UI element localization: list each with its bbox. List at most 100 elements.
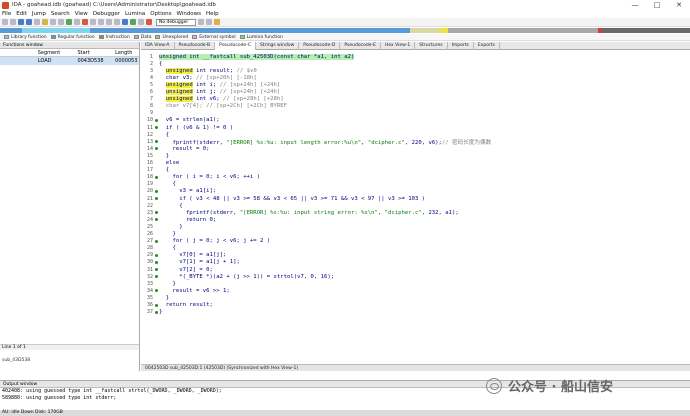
code-line[interactable]: 1 unsigned int __fastcall sub_42503D(cons… bbox=[141, 53, 355, 60]
code-line[interactable]: 34 result = v6 >> 1; bbox=[141, 287, 230, 294]
code-line[interactable]: 26 } bbox=[141, 231, 176, 238]
tab-hex-view-1[interactable]: Hex View-1 bbox=[381, 42, 416, 50]
code-line[interactable]: 15 } bbox=[141, 152, 169, 159]
column-start[interactable]: Start bbox=[77, 50, 115, 56]
code-line[interactable]: 4 char v3; // [sp+20h] [-18h] bbox=[141, 74, 257, 81]
breakpoint-dot-icon[interactable] bbox=[154, 239, 158, 243]
jump-icon[interactable] bbox=[34, 19, 40, 25]
code-line[interactable]: 16 else bbox=[141, 160, 179, 167]
tab-pseudocode-c[interactable]: Pseudocode-C bbox=[215, 42, 256, 50]
tab-strings-window[interactable]: Strings window bbox=[256, 42, 300, 50]
code-line[interactable]: 33 } bbox=[141, 280, 176, 287]
menu-edit[interactable]: Edit bbox=[16, 11, 27, 17]
code-line[interactable]: 11 if ( (v6 & 1) != 0 ) bbox=[141, 124, 233, 131]
tab-pseudocode-d[interactable]: Pseudocode-D bbox=[299, 42, 341, 50]
data-icon[interactable] bbox=[74, 19, 80, 25]
code-line[interactable]: 37} bbox=[141, 309, 162, 316]
menu-jump[interactable]: Jump bbox=[32, 11, 46, 17]
navigation-band[interactable] bbox=[0, 28, 690, 33]
menu-options[interactable]: Options bbox=[150, 11, 171, 17]
code-line[interactable]: 25 } bbox=[141, 223, 183, 230]
breakpoint-dot-icon[interactable] bbox=[154, 268, 158, 271]
code-line[interactable]: 36 return result; bbox=[141, 302, 213, 309]
breakpoint-dot-icon[interactable] bbox=[154, 303, 158, 307]
breakpoint-dot-icon[interactable] bbox=[154, 260, 158, 264]
breakpoint-dot-icon[interactable] bbox=[154, 175, 158, 179]
open-icon[interactable] bbox=[2, 19, 8, 25]
struct-icon[interactable] bbox=[114, 19, 120, 25]
binary-search-icon[interactable] bbox=[58, 19, 64, 25]
menu-debugger[interactable]: Debugger bbox=[93, 11, 120, 17]
breakpoint-dot-icon[interactable] bbox=[154, 218, 158, 222]
breakpoint-dot-icon[interactable] bbox=[154, 147, 158, 151]
code-line[interactable]: 10 v6 = strlen(a1); bbox=[141, 117, 220, 124]
array-icon[interactable] bbox=[98, 19, 104, 25]
graph-icon[interactable] bbox=[122, 19, 128, 25]
function-icon[interactable] bbox=[106, 19, 112, 25]
breakpoint-dot-icon[interactable] bbox=[154, 253, 158, 257]
run-icon[interactable] bbox=[130, 19, 136, 25]
code-line[interactable]: 29 v7[0] = a1[j]; bbox=[141, 252, 226, 259]
breakpoint-dot-icon[interactable] bbox=[154, 310, 158, 314]
code-line[interactable]: 30 v7[1] = a1[j + 1]; bbox=[141, 259, 240, 266]
breakpoint-dot-icon[interactable] bbox=[154, 211, 158, 215]
code-line[interactable]: 31 v7[2] = 0; bbox=[141, 266, 213, 273]
code-line[interactable]: 19 { bbox=[141, 181, 176, 188]
tab-pseudocode-e[interactable]: Pseudocode-E bbox=[340, 42, 381, 50]
code-line[interactable]: 32 *(_BYTE *)(a2 + (j >> 1)) = strtol(v7… bbox=[141, 273, 334, 280]
code-icon[interactable] bbox=[66, 19, 72, 25]
menu-file[interactable]: File bbox=[2, 11, 11, 17]
pause-icon[interactable] bbox=[138, 19, 144, 25]
stop-icon[interactable] bbox=[146, 19, 152, 25]
menu-view[interactable]: View bbox=[75, 11, 88, 17]
breakpoint-dot-icon[interactable] bbox=[154, 189, 158, 193]
code-line[interactable]: 20 v3 = a1[i]; bbox=[141, 188, 216, 195]
menu-lumina[interactable]: Lumina bbox=[125, 11, 145, 17]
code-line[interactable]: 9 bbox=[141, 110, 159, 117]
code-line[interactable]: 8 char v7[4]; // [sp+2Ch] [+2Ch] BYREF bbox=[141, 103, 287, 110]
breakpoint-dot-icon[interactable] bbox=[154, 126, 158, 129]
minimize-button[interactable]: — bbox=[624, 0, 646, 10]
breakpoint-dot-icon[interactable] bbox=[154, 140, 158, 144]
tab-ida-view-a[interactable]: IDA View-A bbox=[141, 42, 175, 50]
code-line[interactable]: 27 for ( j = 0; j < v6; j += 2 ) bbox=[141, 238, 270, 245]
breakpoint-dot-icon[interactable] bbox=[154, 275, 158, 279]
code-line[interactable]: 24 return 0; bbox=[141, 216, 216, 223]
tab-exports[interactable]: Exports bbox=[474, 42, 500, 50]
debugger-options-icon[interactable] bbox=[198, 19, 204, 25]
code-line[interactable]: 35 } bbox=[141, 294, 169, 301]
tab-structures[interactable]: Structures bbox=[415, 42, 448, 50]
code-line[interactable]: 6 unsigned int j; // [sp+24h] [+24h] bbox=[141, 89, 280, 96]
tab-imports[interactable]: Imports bbox=[448, 42, 474, 50]
close-button[interactable]: ✕ bbox=[668, 0, 690, 10]
pseudocode-view[interactable]: 1 unsigned int __fastcall sub_42503D(cons… bbox=[141, 51, 690, 371]
code-line[interactable]: 21 if ( v3 < 48 || v3 >= 58 && v3 < 65 |… bbox=[141, 195, 425, 202]
tab-pseudocode-b[interactable]: Pseudocode-B bbox=[175, 42, 216, 50]
lumina-icon[interactable] bbox=[214, 19, 220, 25]
code-line[interactable]: 13 fprintf(stderr, "[ERROR] %s:%u: input… bbox=[141, 138, 491, 146]
breakpoint-dot-icon[interactable] bbox=[154, 118, 158, 122]
save-icon[interactable] bbox=[10, 19, 16, 25]
code-line[interactable]: 3 unsigned int result; // $v0 bbox=[141, 67, 257, 74]
code-line[interactable]: 14 result = 0; bbox=[141, 145, 210, 152]
undefine-icon[interactable] bbox=[82, 19, 88, 25]
debugger-select[interactable]: No debugger bbox=[156, 18, 196, 26]
code-line[interactable]: 2{ bbox=[141, 60, 162, 67]
code-line[interactable]: 23 fprintf(stderr, "[ERROR] %s:%u: input… bbox=[141, 209, 459, 216]
search-icon[interactable] bbox=[42, 19, 48, 25]
breakpoint-dot-icon[interactable] bbox=[154, 289, 158, 293]
string-icon[interactable] bbox=[90, 19, 96, 25]
forward-icon[interactable] bbox=[26, 19, 32, 25]
column-segment[interactable]: Segment bbox=[38, 50, 78, 56]
menu-windows[interactable]: Windows bbox=[176, 11, 201, 17]
breakpoint-dot-icon[interactable] bbox=[154, 197, 158, 200]
code-line[interactable]: 22 { bbox=[141, 202, 183, 209]
back-icon[interactable] bbox=[18, 19, 24, 25]
menu-help[interactable]: Help bbox=[206, 11, 219, 17]
code-line[interactable]: 28 { bbox=[141, 245, 176, 252]
code-line[interactable]: 7 unsigned int v6; // [sp+28h] [+28h] bbox=[141, 96, 284, 103]
menu-search[interactable]: Search bbox=[51, 11, 70, 17]
maximize-button[interactable]: □ bbox=[646, 0, 668, 10]
code-line[interactable]: 5 unsigned int i; // [sp+24h] [+24h] bbox=[141, 81, 280, 88]
code-line[interactable]: 17 { bbox=[141, 167, 169, 174]
